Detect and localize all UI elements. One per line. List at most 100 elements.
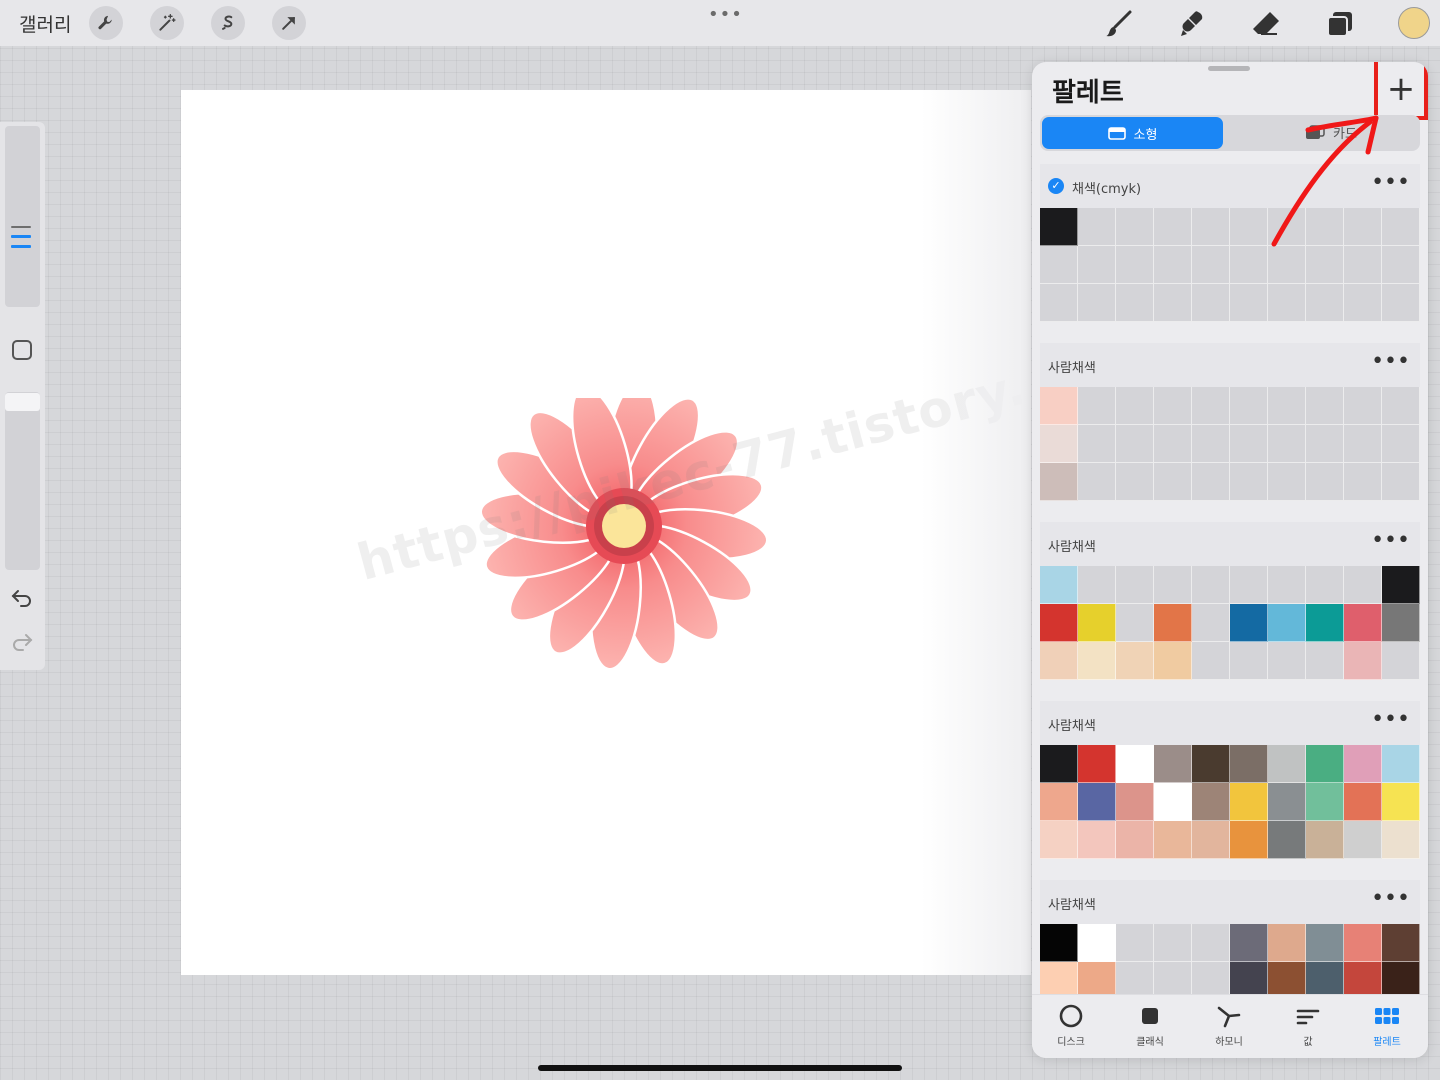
color-swatch[interactable] — [1078, 566, 1116, 604]
wrench-icon[interactable] — [89, 6, 123, 40]
color-swatch[interactable] — [1382, 924, 1420, 962]
color-swatch[interactable] — [1230, 425, 1268, 463]
color-swatch[interactable] — [1116, 821, 1154, 859]
magic-wand-icon[interactable] — [150, 6, 184, 40]
color-swatch[interactable] — [1078, 463, 1116, 501]
palette-options-icon[interactable]: ••• — [1371, 707, 1410, 732]
brush-size-slider[interactable] — [5, 126, 40, 307]
color-swatch[interactable] — [1040, 783, 1078, 821]
drawing-canvas[interactable]: https://pikec-77.tistory.com/ — [181, 90, 1031, 975]
color-swatch[interactable] — [1078, 425, 1116, 463]
color-swatch[interactable] — [1230, 566, 1268, 604]
color-swatch[interactable] — [1344, 425, 1382, 463]
color-swatch[interactable] — [1154, 821, 1192, 859]
color-swatch[interactable] — [1230, 604, 1268, 642]
color-swatch[interactable] — [1230, 745, 1268, 783]
color-swatch[interactable] — [1040, 745, 1078, 783]
color-swatch[interactable] — [1192, 783, 1230, 821]
color-swatch[interactable] — [1382, 284, 1420, 322]
color-swatch[interactable] — [1306, 463, 1344, 501]
color-swatch[interactable] — [1154, 924, 1192, 962]
opacity-slider[interactable] — [5, 392, 40, 570]
color-swatch[interactable] — [1306, 566, 1344, 604]
color-swatch[interactable] — [1268, 604, 1306, 642]
palette-options-icon[interactable]: ••• — [1371, 349, 1410, 374]
color-swatch[interactable] — [1344, 604, 1382, 642]
color-swatch[interactable] — [1078, 284, 1116, 322]
color-swatch[interactable] — [1154, 208, 1192, 246]
color-swatch[interactable] — [1306, 745, 1344, 783]
transform-arrow-icon[interactable] — [272, 6, 306, 40]
color-swatch[interactable] — [1230, 246, 1268, 284]
color-swatch[interactable] — [1154, 566, 1192, 604]
color-swatch[interactable] — [1116, 924, 1154, 962]
color-swatch[interactable] — [1192, 463, 1230, 501]
color-swatch[interactable] — [1268, 425, 1306, 463]
color-swatch[interactable] — [1154, 783, 1192, 821]
color-swatch[interactable] — [1040, 642, 1078, 680]
tab-palette[interactable]: 팔레트 — [1357, 1003, 1417, 1048]
color-swatch[interactable] — [1040, 387, 1078, 425]
tab-disc[interactable]: 디스크 — [1041, 1003, 1101, 1048]
color-swatch[interactable] — [1382, 387, 1420, 425]
brush-icon[interactable] — [1101, 6, 1137, 42]
opacity-slider-handle[interactable] — [5, 393, 40, 411]
gallery-button[interactable]: 갤러리 — [19, 10, 71, 37]
layers-icon[interactable] — [1322, 6, 1358, 42]
more-menu-dots[interactable]: ••• — [708, 4, 743, 25]
color-swatch[interactable] — [1382, 604, 1420, 642]
color-swatch[interactable] — [1154, 604, 1192, 642]
eraser-icon[interactable] — [1248, 6, 1284, 42]
selection-s-icon[interactable] — [211, 6, 245, 40]
color-swatch[interactable] — [1268, 566, 1306, 604]
color-swatch[interactable] — [1116, 246, 1154, 284]
color-swatch[interactable] — [1268, 284, 1306, 322]
color-swatch[interactable] — [1078, 208, 1116, 246]
color-swatch[interactable] — [1230, 284, 1268, 322]
tab-classic[interactable]: 클래식 — [1120, 1003, 1180, 1048]
color-swatch[interactable] — [1192, 821, 1230, 859]
color-swatch[interactable] — [1344, 246, 1382, 284]
color-swatch[interactable] — [1344, 387, 1382, 425]
color-swatch[interactable] — [1306, 246, 1344, 284]
color-swatch[interactable] — [1192, 604, 1230, 642]
color-swatch[interactable] — [1344, 821, 1382, 859]
color-swatch[interactable] — [1344, 642, 1382, 680]
color-swatch[interactable] — [1382, 425, 1420, 463]
color-swatch[interactable] — [1268, 463, 1306, 501]
color-swatch[interactable] — [1268, 246, 1306, 284]
redo-icon[interactable] — [10, 632, 34, 652]
color-swatch[interactable] — [1344, 566, 1382, 604]
color-swatch[interactable] — [1192, 246, 1230, 284]
color-swatch[interactable] — [1344, 745, 1382, 783]
color-swatch[interactable] — [1192, 924, 1230, 962]
color-swatch[interactable] — [1230, 821, 1268, 859]
color-swatch[interactable] — [1078, 642, 1116, 680]
color-swatch[interactable] — [1154, 745, 1192, 783]
color-swatch[interactable] — [1116, 745, 1154, 783]
color-swatch[interactable] — [1382, 745, 1420, 783]
color-swatch[interactable] — [1306, 783, 1344, 821]
color-swatch[interactable] — [1116, 642, 1154, 680]
color-swatch[interactable] — [1154, 387, 1192, 425]
color-swatch[interactable] — [1268, 387, 1306, 425]
color-swatch[interactable] — [1382, 642, 1420, 680]
color-swatch[interactable] — [1268, 783, 1306, 821]
view-small-button[interactable]: 소형 — [1042, 117, 1223, 149]
palette-header[interactable]: ✓ 채색(cmyk) ••• — [1040, 164, 1420, 208]
color-swatch[interactable] — [1078, 387, 1116, 425]
color-swatch[interactable] — [1078, 745, 1116, 783]
palette-header[interactable]: 사람채색 ••• — [1040, 522, 1420, 566]
color-swatch[interactable] — [1268, 642, 1306, 680]
color-swatch[interactable] — [1306, 284, 1344, 322]
color-swatch[interactable] — [1154, 425, 1192, 463]
modify-button[interactable] — [12, 340, 32, 360]
color-swatch[interactable] — [1040, 425, 1078, 463]
color-swatch[interactable] — [1192, 208, 1230, 246]
palette-header[interactable]: 사람채색 ••• — [1040, 343, 1420, 387]
tab-harmony[interactable]: 하모니 — [1199, 1003, 1259, 1048]
color-swatch[interactable] — [1078, 246, 1116, 284]
color-swatch[interactable] — [1154, 284, 1192, 322]
color-swatch[interactable] — [1040, 924, 1078, 962]
color-swatch[interactable] — [1230, 463, 1268, 501]
